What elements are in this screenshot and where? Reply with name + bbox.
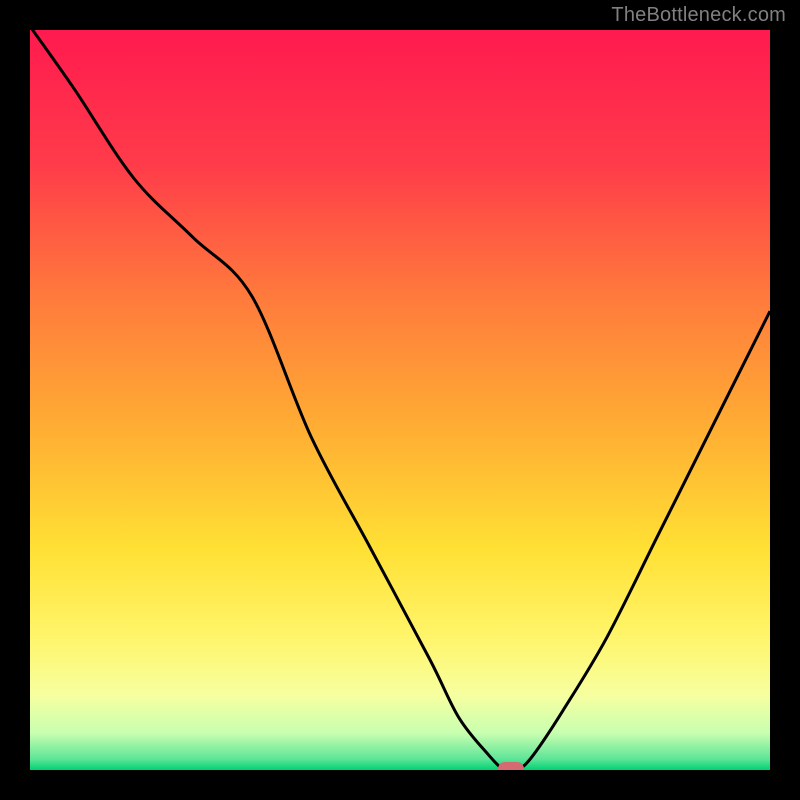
chart-frame: TheBottleneck.com — [0, 0, 800, 800]
bottleneck-plot — [30, 30, 770, 770]
gradient-background — [30, 30, 770, 770]
plot-svg — [30, 30, 770, 770]
watermark-label: TheBottleneck.com — [611, 4, 786, 27]
optimal-marker — [498, 762, 524, 770]
